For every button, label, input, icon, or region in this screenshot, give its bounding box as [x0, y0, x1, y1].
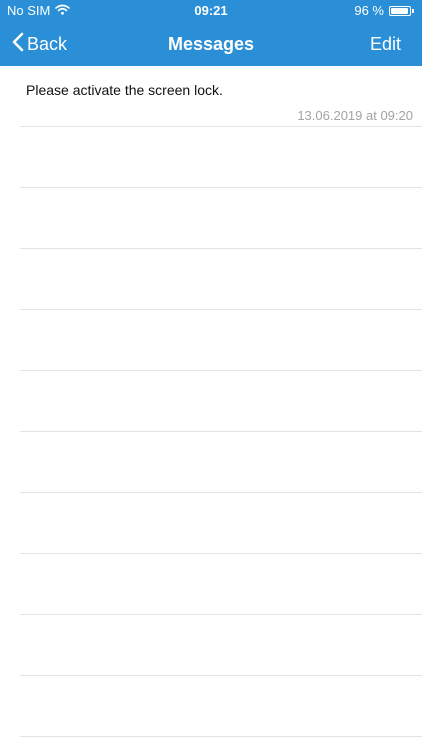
page-title: Messages: [167, 34, 255, 54]
empty-list-row: [20, 249, 422, 310]
message-row[interactable]: Please activate the screen lock. 13.06.2…: [20, 66, 422, 127]
empty-list-row: [20, 432, 422, 493]
edit-button[interactable]: Edit: [370, 22, 401, 66]
battery-level: [391, 7, 409, 14]
message-list: Please activate the screen lock. 13.06.2…: [0, 66, 422, 737]
empty-list-row: [20, 188, 422, 249]
header: No SIM 09:21 96 % Back Messages Edit: [0, 0, 422, 66]
empty-list-row: [20, 371, 422, 432]
status-right: 96 %: [354, 3, 414, 18]
status-bar: No SIM 09:21 96 %: [0, 0, 422, 22]
message-text: Please activate the screen lock.: [26, 82, 223, 98]
empty-list-row: [20, 615, 422, 676]
nav-bar: Back Messages Edit: [0, 22, 422, 66]
empty-list-row: [20, 676, 422, 737]
battery-percentage: 96 %: [354, 3, 384, 18]
empty-list-row: [20, 493, 422, 554]
empty-list-row: [20, 127, 422, 188]
message-timestamp: 13.06.2019 at 09:20: [297, 108, 413, 123]
battery-icon: [389, 5, 411, 16]
empty-list-row: [20, 310, 422, 371]
empty-list-row: [20, 554, 422, 615]
battery-tip: [412, 8, 414, 13]
